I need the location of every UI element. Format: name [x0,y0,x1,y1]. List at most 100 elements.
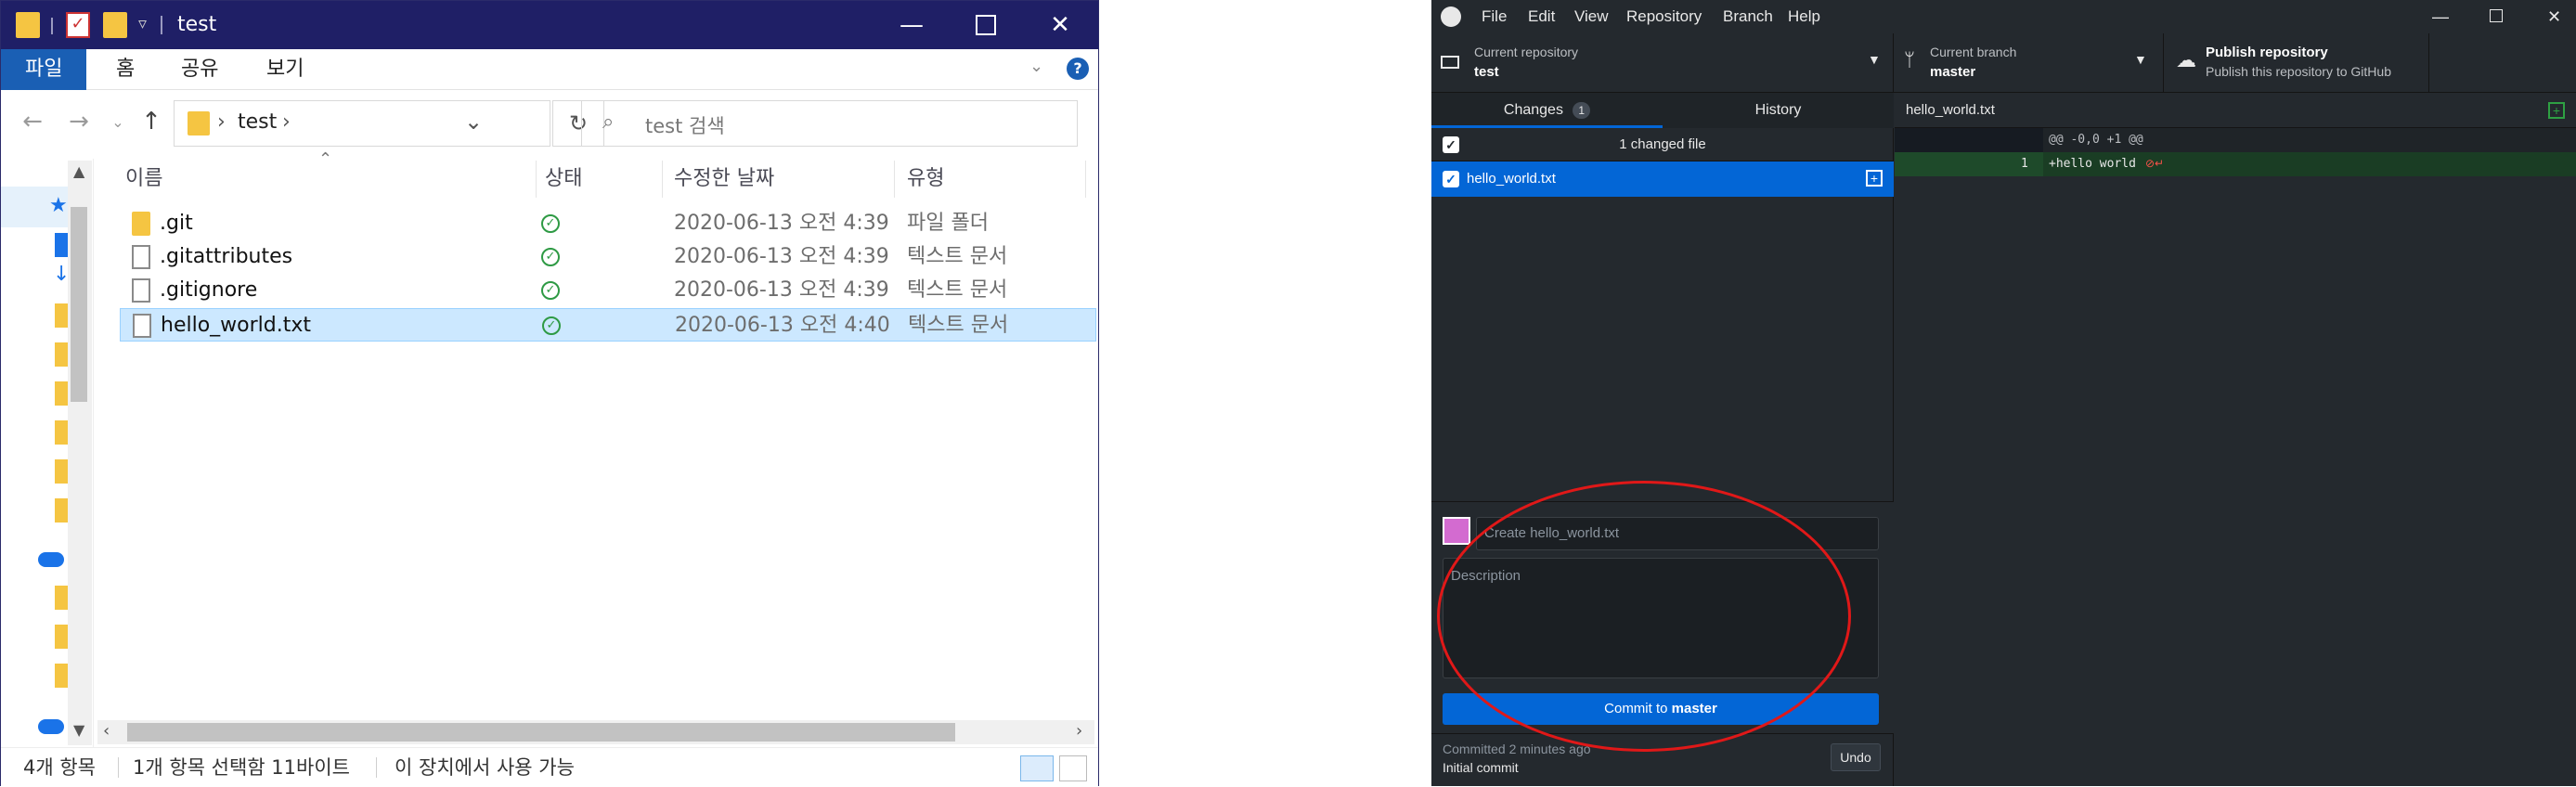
folder-icon[interactable] [55,586,68,610]
tab-changes[interactable]: Changes 1 [1431,93,1663,128]
folder-icon[interactable] [55,459,68,484]
hunk-text: @@ -0,0 +1 @@ [2049,133,2143,147]
breadcrumb-separator-icon[interactable]: › [282,110,291,134]
forward-arrow-icon[interactable]: → [60,103,97,140]
undo-button[interactable]: Undo [1831,743,1881,771]
changed-files-count: 1 changed file [1619,136,1706,152]
column-header-date[interactable]: 수정한 날짜 [674,161,774,198]
column-header-status[interactable]: 상태 [545,161,582,198]
ribbon-tab-file[interactable]: 파일 [1,49,87,90]
maximize-button[interactable] [949,1,1023,49]
up-arrow-icon[interactable]: ↑ [133,103,170,140]
back-arrow-icon[interactable]: ← [14,103,51,140]
current-branch-selector[interactable]: ᛘ Current branch master ▼ [1895,33,2164,93]
divider[interactable] [894,161,895,198]
file-row[interactable]: .gitignore ✓ 2020-06-13 오전 4:39 텍스트 문서 [120,274,1096,307]
close-button[interactable]: ✕ [2547,0,2561,33]
folder-icon[interactable] [55,381,68,406]
breadcrumb-test[interactable]: test [238,110,277,134]
recent-locations-icon[interactable]: ⌄ [99,103,136,140]
folder-icon[interactable] [55,342,68,367]
divider[interactable] [1085,161,1086,198]
menu-file[interactable]: File [1482,0,1507,33]
horizontal-scrollbar[interactable]: ‹ › [97,720,1094,744]
file-row-selected[interactable]: hello_world.txt ✓ 2020-06-13 오전 4:40 텍스트… [120,308,1096,342]
file-added-icon: + [1866,170,1883,187]
divider[interactable] [536,161,537,198]
ribbon-tab-share[interactable]: 공유 [157,49,242,90]
added-line-text: +hello world [2049,157,2136,171]
changed-file-row[interactable]: ✓ hello_world.txt + [1431,161,1894,197]
file-name: .gitignore [160,278,258,302]
scroll-up-icon[interactable]: ▲ [73,162,84,180]
file-row[interactable]: .gitattributes ✓ 2020-06-13 오전 4:39 텍스트 … [120,240,1096,274]
dropdown-caret-icon: ▼ [1868,52,1881,67]
folder-icon[interactable] [55,420,68,445]
tab-changes-label: Changes [1503,102,1563,118]
folder-icon [188,111,210,135]
menu-view[interactable]: View [1574,0,1609,33]
file-type: 텍스트 문서 [908,314,1009,337]
details-view-icon[interactable] [1020,755,1054,781]
file-added-icon: + [2548,102,2565,119]
tab-history[interactable]: History [1663,93,1894,128]
publish-repository-button[interactable]: ☁ Publish repository Publish this reposi… [2165,33,2429,93]
file-type: 파일 폴더 [907,212,989,235]
ribbon-tab-view[interactable]: 보기 [242,49,328,90]
sync-status-icon: ✓ [541,248,560,266]
menu-help[interactable]: Help [1788,0,1820,33]
breadcrumb-separator-icon[interactable]: › [217,110,226,134]
expand-ribbon-icon[interactable]: ⌄ [1029,57,1043,76]
scroll-down-icon[interactable]: ▼ [73,721,84,739]
column-header-name[interactable]: 이름 [125,161,162,198]
document-icon [132,245,150,269]
nav-scrollbar[interactable]: ▲ ▼ [68,161,92,745]
onedrive-icon[interactable] [38,719,64,734]
scroll-left-icon[interactable]: ‹ [103,721,110,741]
diff-header: hello_world.txt + [1895,93,2576,128]
window-title: test [177,13,217,36]
maximize-button[interactable] [2490,9,2503,22]
sidebar-tabs: Changes 1 History [1431,93,1894,128]
large-icons-view-icon[interactable] [1059,755,1087,781]
changes-count-badge: 1 [1573,102,1591,119]
folder-icon[interactable] [55,625,68,649]
help-icon[interactable]: ? [1067,58,1089,80]
folder-icon [16,12,40,38]
menu-repository[interactable]: Repository [1626,0,1702,33]
search-input[interactable]: ⌕ test 검색 [581,100,1078,147]
star-icon: ★ [49,194,68,217]
no-newline-icon: ⊘↵ [2145,157,2165,170]
address-bar[interactable]: › test › ⌄ [174,100,550,147]
folder-icon[interactable] [55,303,68,328]
file-date: 2020-06-13 오전 4:39 [674,245,889,268]
column-header-type[interactable]: 유형 [907,161,944,198]
ribbon-tab-home[interactable]: 홈 [92,49,159,90]
properties-icon[interactable]: ✓ [66,12,90,38]
folder-icon[interactable] [55,664,68,688]
scroll-thumb[interactable] [71,207,87,402]
current-repository-selector[interactable]: Current repository test ▼ [1431,33,1894,93]
desktop-icon[interactable] [55,233,68,257]
file-date: 2020-06-13 오전 4:39 [674,278,889,302]
menu-branch[interactable]: Branch [1723,0,1773,33]
menu-edit[interactable]: Edit [1528,0,1555,33]
address-dropdown-icon[interactable]: ⌄ [464,109,483,135]
minimize-button[interactable]: — [874,1,949,49]
close-button[interactable]: ✕ [1023,1,1097,49]
file-row[interactable]: .git ✓ 2020-06-13 오전 4:39 파일 폴더 [120,207,1096,240]
divider [118,757,119,778]
file-checkbox[interactable]: ✓ [1443,171,1459,187]
file-date: 2020-06-13 오전 4:39 [674,212,889,235]
new-folder-icon[interactable] [103,12,127,38]
divider[interactable] [662,161,663,198]
folder-icon[interactable] [55,498,68,523]
menu-bar: File Edit View Repository Branch Help — … [1431,0,2576,33]
minimize-button[interactable]: — [2432,0,2449,33]
scroll-right-icon[interactable]: › [1076,721,1082,741]
onedrive-icon[interactable] [38,552,64,567]
diff-added-line[interactable]: 1 +hello world ⊘↵ [1895,152,2576,176]
diff-view: hello_world.txt + @@ -0,0 +1 @@ 1 +hello… [1895,93,2576,786]
scroll-thumb[interactable] [127,723,955,742]
quick-access-dropdown-icon[interactable]: ▿ [138,14,147,33]
